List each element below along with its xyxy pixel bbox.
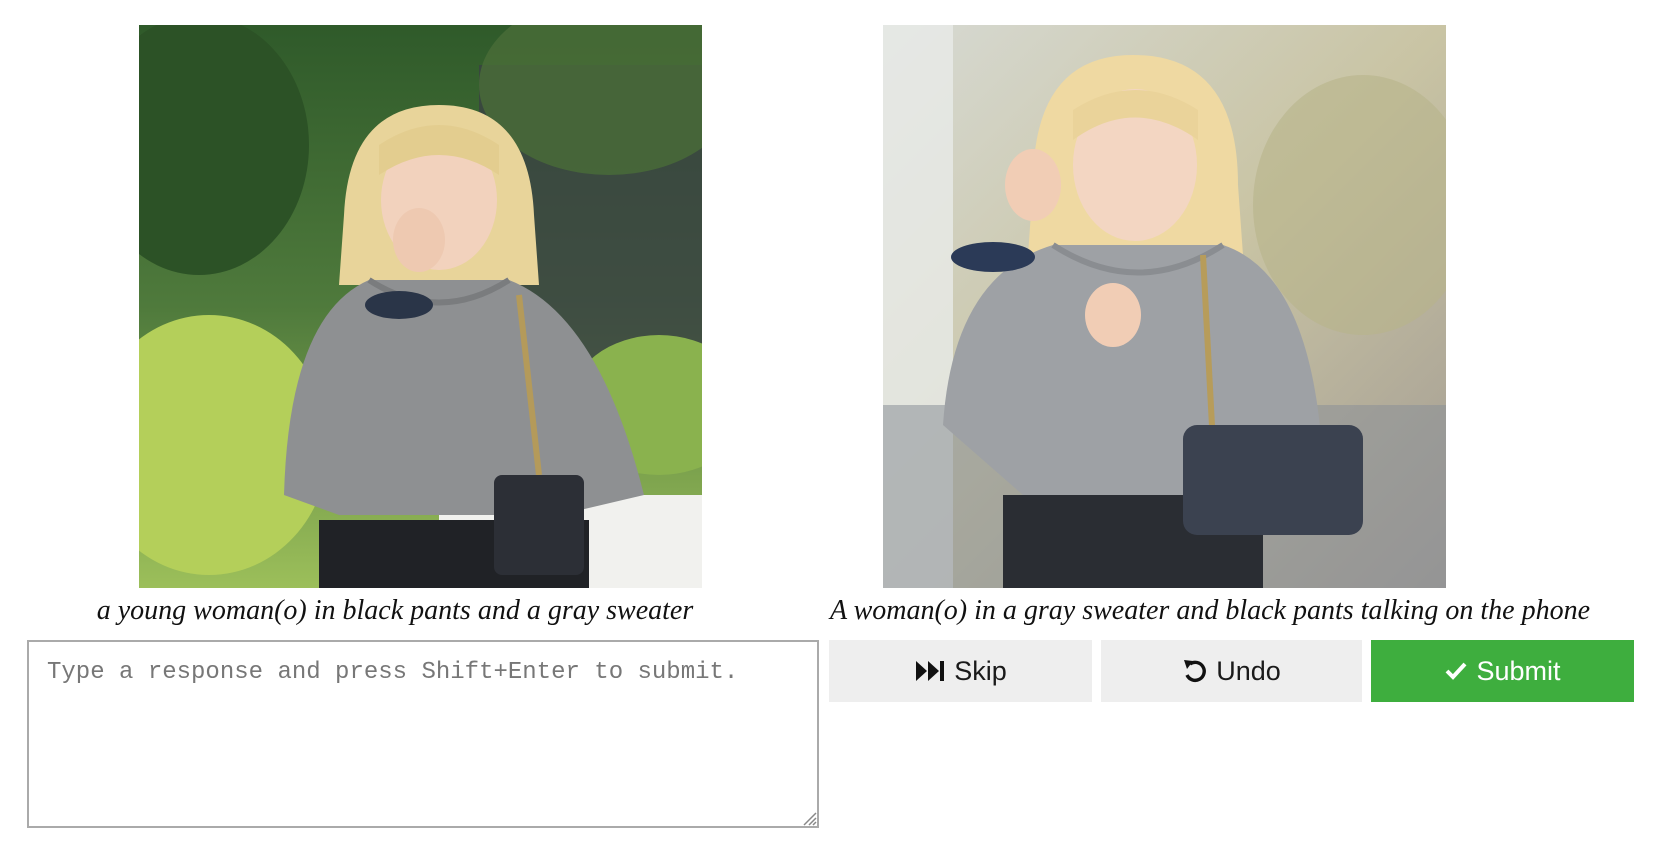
submit-button-label: Submit — [1476, 655, 1561, 686]
response-input[interactable] — [27, 640, 819, 828]
caption-left: a young woman(o) in black pants and a gr… — [96, 595, 694, 626]
photo-right — [883, 25, 1446, 588]
submit-button[interactable]: Submit — [1371, 640, 1634, 702]
photo-left — [139, 25, 702, 588]
skip-button-label: Skip — [954, 655, 1007, 686]
photo-right-image — [883, 25, 1446, 588]
caption-right: A woman(o) in a gray sweater and black p… — [829, 595, 1591, 626]
skip-button[interactable]: Skip — [829, 640, 1092, 702]
undo-button[interactable]: Undo — [1101, 640, 1362, 702]
photo-left-image — [139, 25, 702, 588]
check-icon — [1444, 659, 1468, 683]
fast-forward-icon — [914, 659, 946, 683]
undo-icon — [1182, 658, 1208, 684]
undo-button-label: Undo — [1216, 655, 1281, 686]
